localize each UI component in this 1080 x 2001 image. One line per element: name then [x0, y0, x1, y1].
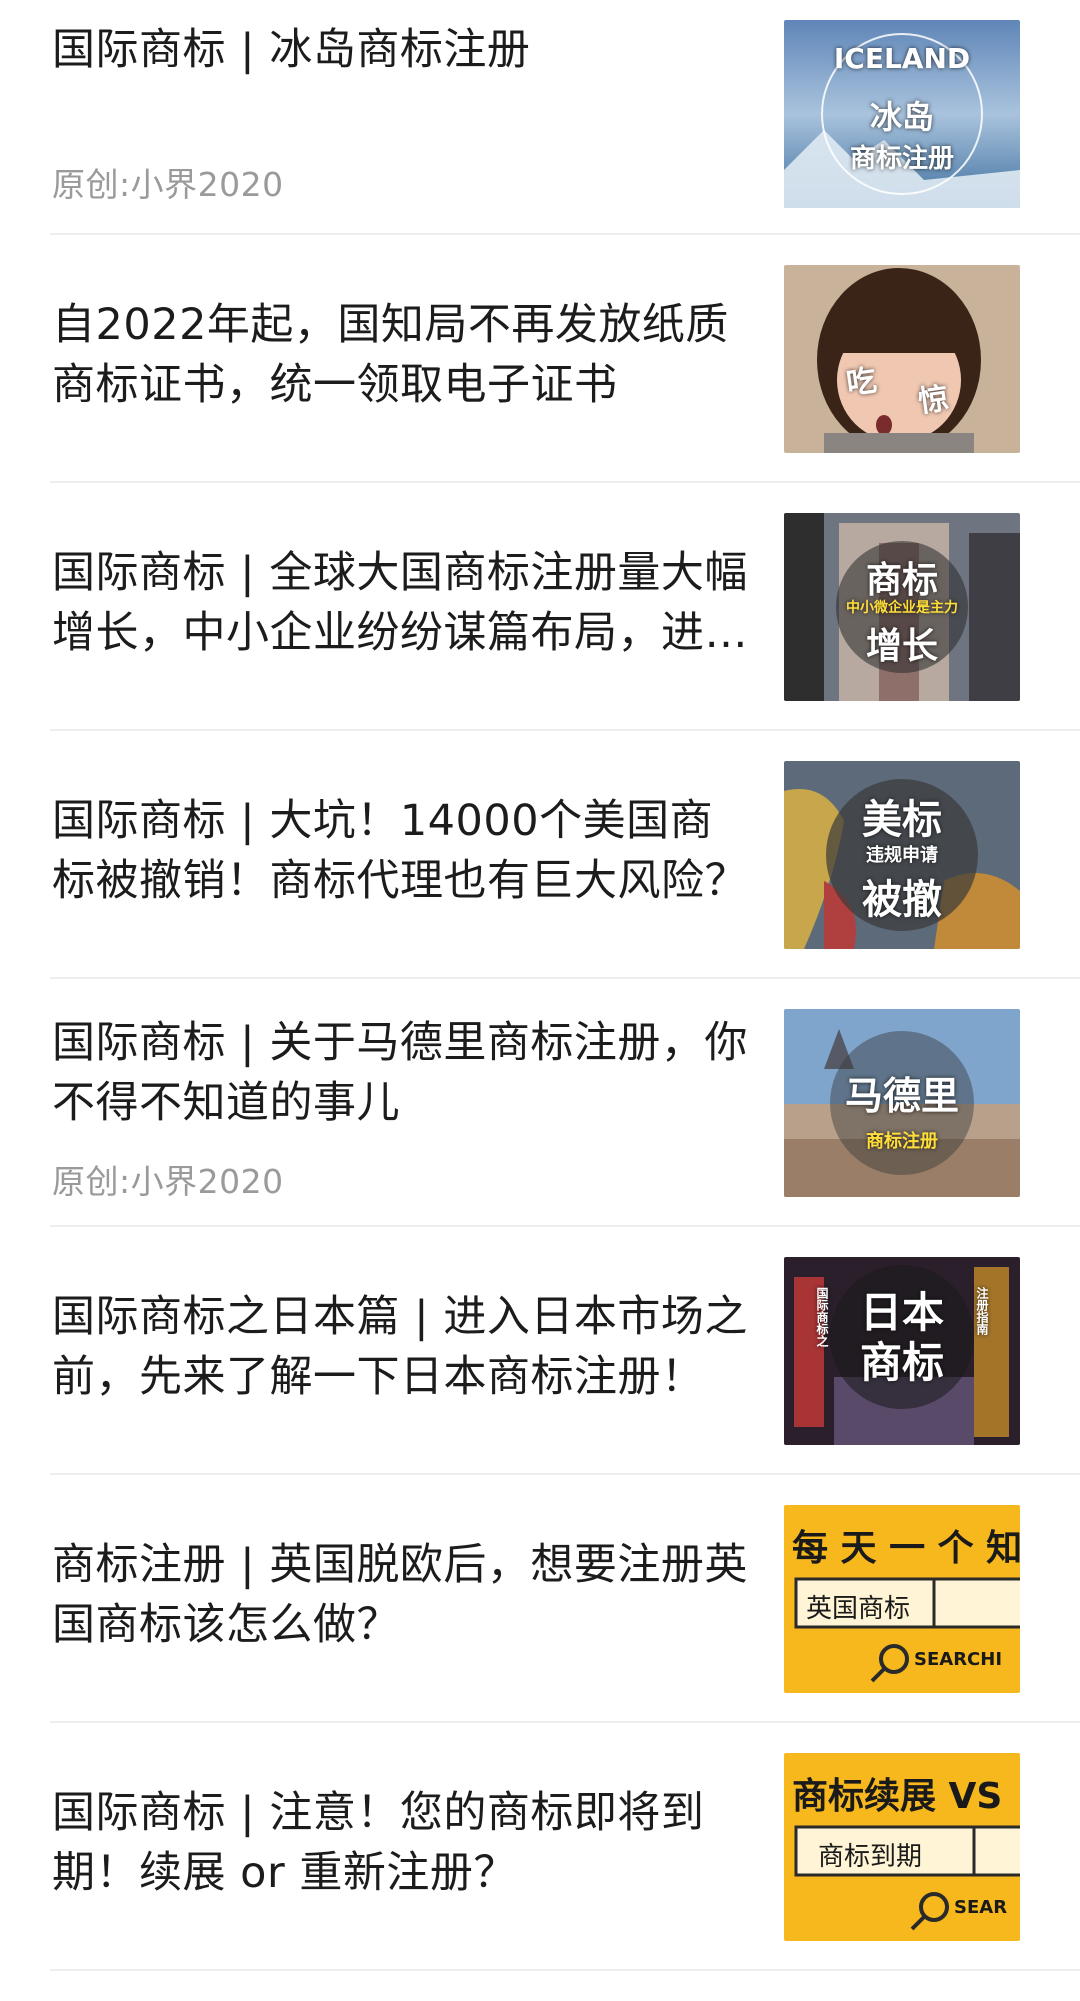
article-title[interactable]: 自2022年起，国知局不再发放纸质商标证书，统一领取电子证书	[52, 295, 752, 415]
article-thumbnail[interactable]: ICELAND 冰岛 商标注册	[784, 20, 1020, 208]
article-item[interactable]: 国际商标 | 注意！您的商标即将到期！续展 or 重新注册？ 商标续展 VS 商…	[50, 1723, 1080, 1971]
article-source: 原创:小界2020	[52, 1162, 284, 1201]
thumb-text: 商标注册	[849, 144, 954, 174]
thumb-text: 增长	[865, 626, 938, 667]
thumb-text: 注册指南	[975, 1287, 989, 1335]
article-item[interactable]: 商标注册 | 英国脱欧后，想要注册英国商标该怎么做？ 每 天 一 个 知 英国商…	[50, 1475, 1080, 1723]
article-item[interactable]: 国际商标 | 关于马德里商标注册，你不得不知道的事儿 原创:小界2020 马德里…	[50, 979, 1080, 1227]
thumb-text: 美标	[862, 797, 942, 843]
article-item[interactable]: 国际商标 | 冰岛商标注册 原创:小界2020 ICELAND 冰岛 商标注册	[50, 0, 1080, 235]
thumb-text: 每 天 一 个 知	[792, 1528, 1020, 1569]
article-source: 原创:小界2020	[52, 165, 284, 204]
article-title[interactable]: 国际商标 | 冰岛商标注册	[52, 20, 752, 80]
article-thumbnail[interactable]: 美标 违规申请 被撤	[784, 761, 1020, 949]
thumb-text: 商标注册	[866, 1131, 938, 1152]
thumb-text: SEAR	[954, 1897, 1008, 1918]
article-title[interactable]: 国际商标 | 关于马德里商标注册，你不得不知道的事儿	[52, 1013, 752, 1133]
thumb-text: 冰岛	[869, 98, 934, 136]
article-title[interactable]: 国际商标 | 全球大国商标注册量大幅增长，中小企业纷纷谋篇布局，进…	[52, 543, 752, 663]
thumb-text: ICELAND	[833, 42, 971, 75]
article-title[interactable]: 商标注册 | 英国脱欧后，想要注册英国商标该怎么做？	[52, 1535, 752, 1655]
article-item[interactable]: 自2022年起，国知局不再发放纸质商标证书，统一领取电子证书 吃 惊	[50, 235, 1080, 483]
thumb-text: SEARCHI	[914, 1649, 1003, 1670]
thumb-text: 国际商标之	[815, 1287, 829, 1347]
article-item[interactable]: 国际商标 | 全球大国商标注册量大幅增长，中小企业纷纷谋篇布局，进… 商标 中小…	[50, 483, 1080, 731]
article-thumbnail[interactable]: 每 天 一 个 知 英国商标 SEARCHI	[784, 1505, 1020, 1693]
thumb-text: 惊	[916, 381, 951, 420]
thumb-text: 被撤	[862, 877, 942, 923]
article-item[interactable]: 国际商标 | 大坑！14000个美国商标被撤销！商标代理也有巨大风险？ 美标 违…	[50, 731, 1080, 979]
thumb-text: 中小微企业是主力	[846, 600, 958, 616]
thumb-text: 商标到期	[818, 1842, 923, 1872]
article-title[interactable]: 国际商标 | 大坑！14000个美国商标被撤销！商标代理也有巨大风险？	[52, 791, 752, 911]
thumb-text: 商标	[865, 560, 938, 601]
thumb-text: 商标续展 VS	[792, 1776, 1003, 1817]
thumb-text: 吃	[844, 363, 879, 402]
article-item[interactable]: 国际商标之日本篇 | 进入日本市场之前，先来了解一下日本商标注册！ 日本 商标 …	[50, 1227, 1080, 1475]
thumb-text: 英国商标	[806, 1594, 911, 1624]
article-title[interactable]: 国际商标之日本篇 | 进入日本市场之前，先来了解一下日本商标注册！	[52, 1287, 752, 1407]
article-thumbnail[interactable]: 商标续展 VS 商标到期 SEAR	[784, 1753, 1020, 1941]
article-thumbnail[interactable]: 商标 中小微企业是主力 增长	[784, 513, 1020, 701]
thumb-text: 马德里	[844, 1074, 959, 1118]
article-title[interactable]: 国际商标 | 注意！您的商标即将到期！续展 or 重新注册？	[52, 1783, 752, 1903]
article-thumbnail[interactable]: 日本 商标 国际商标之 注册指南	[784, 1257, 1020, 1445]
article-thumbnail[interactable]: 马德里 商标注册	[784, 1009, 1020, 1197]
article-thumbnail[interactable]: 吃 惊	[784, 265, 1020, 453]
thumb-text: 违规申请	[866, 845, 938, 866]
